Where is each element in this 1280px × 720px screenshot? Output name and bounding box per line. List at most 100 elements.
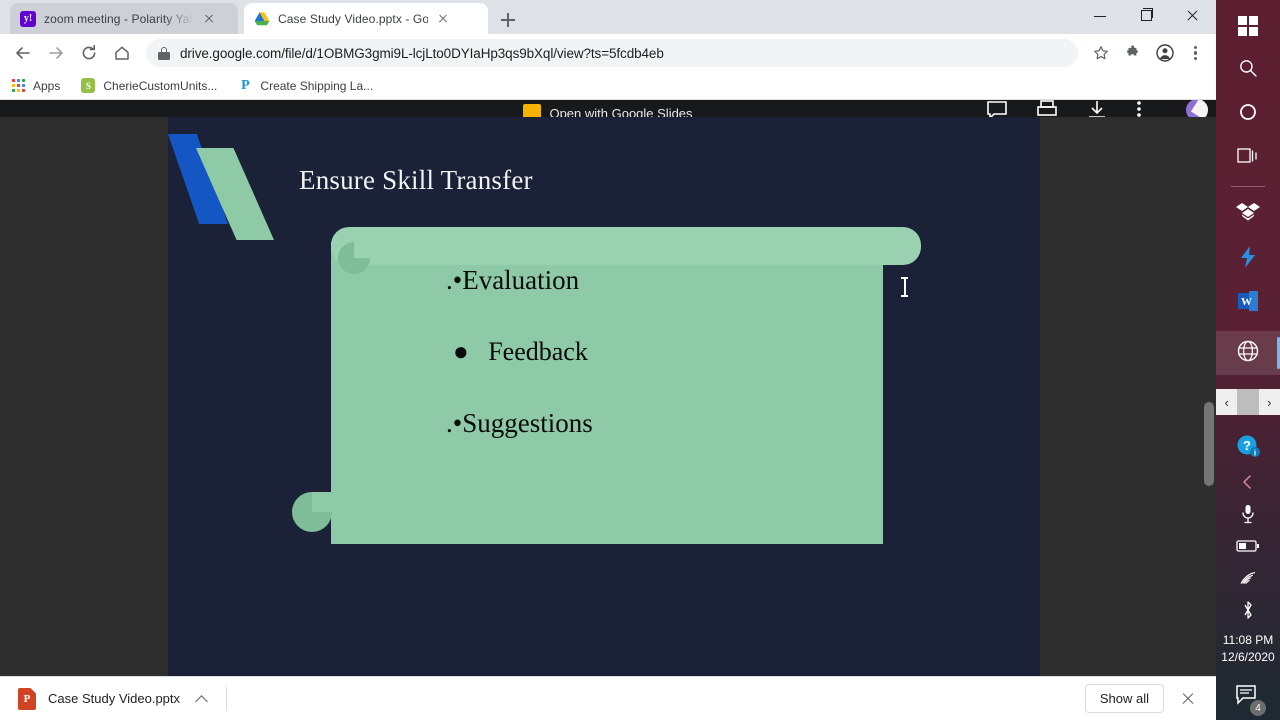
- taskbar-bolt-app[interactable]: [1216, 237, 1280, 281]
- download-icon[interactable]: [1086, 100, 1108, 117]
- home-icon[interactable]: [107, 38, 137, 68]
- drive-toolbar: Open with Google Slides: [0, 100, 1216, 117]
- microphone-icon[interactable]: [1216, 498, 1280, 530]
- forward-arrow-icon[interactable]: [41, 38, 71, 68]
- windows-logo-icon: [1237, 15, 1259, 37]
- more-menu-icon[interactable]: [1182, 38, 1208, 68]
- paypal-icon: P: [241, 77, 250, 93]
- bookmark-apps[interactable]: Apps: [10, 78, 60, 94]
- print-icon[interactable]: [1036, 100, 1058, 117]
- open-with-google-slides-button[interactable]: Open with Google Slides: [511, 100, 705, 117]
- bullet-suggestions: .•Suggestions: [446, 408, 593, 438]
- bookmark-label: Apps: [33, 78, 61, 93]
- close-icon[interactable]: [200, 10, 218, 28]
- tab-title: Case Study Video.pptx - Google: [278, 11, 428, 26]
- download-item[interactable]: P Case Study Video.pptx: [12, 684, 212, 714]
- bullet-feedback: ● Feedback: [453, 337, 588, 366]
- bookmark-cheriecustomunits[interactable]: S CherieCustomUnits...: [80, 78, 217, 94]
- taskbar-overflow-arrows: ‹ ›: [1216, 389, 1280, 415]
- minimize-icon[interactable]: [1078, 0, 1124, 32]
- clock-date: 12/6/2020: [1221, 650, 1275, 664]
- bookmark-label: CherieCustomUnits...: [103, 78, 218, 93]
- bluetooth-icon[interactable]: [1216, 594, 1280, 626]
- tab-strip: y! zoom meeting - Polarity Yahoo S Case …: [0, 0, 1216, 34]
- search-icon: [1238, 58, 1258, 83]
- show-all-button[interactable]: Show all: [1084, 684, 1164, 713]
- drive-toolbar-actions: [986, 100, 1208, 117]
- close-icon[interactable]: [1170, 0, 1216, 32]
- drive-file-viewer: Open with Google Slides Ensure Skill Tra…: [0, 100, 1216, 720]
- task-view-button[interactable]: [1216, 136, 1280, 180]
- back-arrow-icon[interactable]: [8, 38, 38, 68]
- profile-avatar-icon[interactable]: [1150, 38, 1180, 68]
- close-icon[interactable]: [434, 10, 452, 28]
- start-button[interactable]: [1216, 4, 1280, 48]
- content-card-header-bar: [331, 227, 921, 265]
- screen: y! zoom meeting - Polarity Yahoo S Case …: [0, 0, 1280, 720]
- bottom-left-notch: [312, 492, 332, 512]
- tab-title: zoom meeting - Polarity Yahoo S: [44, 11, 194, 26]
- yahoo-icon: y!: [20, 10, 36, 27]
- taskbar-search[interactable]: [1216, 48, 1280, 92]
- taskbar-dropbox[interactable]: [1216, 193, 1280, 237]
- scrollbar-thumb[interactable]: [1204, 402, 1214, 486]
- question-help-icon[interactable]: ? i: [1216, 426, 1280, 466]
- new-tab-button[interactable]: [496, 8, 520, 32]
- apps-grid-icon: [10, 78, 26, 94]
- google-drive-icon: [254, 11, 270, 27]
- system-tray: ? i 11:08 PM 12/6/2020 4: [1216, 426, 1280, 720]
- overflow-left-arrow[interactable]: ‹: [1216, 389, 1238, 415]
- tab-yahoo[interactable]: y! zoom meeting - Polarity Yahoo S: [10, 3, 238, 34]
- comment-icon[interactable]: [986, 100, 1008, 117]
- reload-icon[interactable]: [74, 38, 104, 68]
- page-scrollbar[interactable]: [1202, 117, 1216, 720]
- clock-time: 11:08 PM: [1222, 633, 1274, 647]
- divider: [1231, 186, 1265, 187]
- url-text: drive.google.com/file/d/1OBMG3gmi9L-lcjL…: [180, 45, 664, 61]
- restore-icon[interactable]: [1124, 0, 1170, 32]
- dropbox-icon: [1236, 202, 1260, 229]
- shopify-icon: S: [80, 78, 96, 94]
- text-cursor: [901, 277, 908, 297]
- taskbar-browser[interactable]: [1216, 331, 1280, 375]
- close-icon[interactable]: [1178, 689, 1198, 709]
- battery-icon[interactable]: [1216, 530, 1280, 562]
- powerpoint-icon: P: [18, 687, 36, 710]
- taskbar-word[interactable]: W: [1216, 281, 1280, 325]
- download-file-name: Case Study Video.pptx: [48, 691, 181, 706]
- browser-toolbar: drive.google.com/file/d/1OBMG3gmi9L-lcjL…: [0, 34, 1216, 72]
- overflow-right-arrow[interactable]: ›: [1258, 389, 1280, 415]
- slide-bullet-list: .•Evaluation ● Feedback .•Suggestions: [331, 267, 883, 482]
- task-view-icon: [1237, 147, 1259, 170]
- address-bar[interactable]: drive.google.com/file/d/1OBMG3gmi9L-lcjL…: [146, 39, 1078, 67]
- avatar[interactable]: [1186, 100, 1208, 117]
- notification-center-button[interactable]: 4: [1216, 674, 1280, 720]
- cortana-circle-icon: [1238, 102, 1258, 127]
- chevron-left-icon[interactable]: [1216, 466, 1280, 498]
- cortana-button[interactable]: [1216, 92, 1280, 136]
- download-shelf: P Case Study Video.pptx Show all: [0, 676, 1216, 720]
- overflow-track[interactable]: [1237, 389, 1259, 415]
- taskbar-clock[interactable]: 11:08 PM 12/6/2020: [1216, 626, 1280, 674]
- bookmark-create-shipping-label[interactable]: P Create Shipping La...: [237, 78, 373, 94]
- window-controls: [1078, 0, 1216, 32]
- word-icon: W: [1236, 289, 1260, 318]
- star-icon[interactable]: [1086, 38, 1116, 68]
- svg-text:i: i: [1254, 449, 1256, 458]
- extensions-puzzle-icon[interactable]: [1118, 38, 1148, 68]
- windows-taskbar: W ‹ › ? i 11:08 PM 12/6/2020 4: [1216, 0, 1280, 720]
- tab-case-study-video[interactable]: Case Study Video.pptx - Google: [244, 3, 488, 34]
- bookmarks-bar: Apps S CherieCustomUnits... P Create Shi…: [0, 72, 1216, 100]
- decorative-corner-stripes: [168, 134, 278, 240]
- divider: [226, 686, 228, 711]
- chevron-up-icon[interactable]: [196, 693, 208, 705]
- globe-icon: [1236, 339, 1260, 368]
- chrome-browser-window: y! zoom meeting - Polarity Yahoo S Case …: [0, 0, 1216, 720]
- slide-page-6[interactable]: Ensure Skill Transfer .•Evaluation ● Fee…: [168, 117, 1040, 700]
- more-dots-icon[interactable]: [1136, 100, 1158, 117]
- download-shelf-actions: Show all: [1084, 684, 1204, 713]
- bookmark-label: Create Shipping La...: [260, 78, 374, 93]
- notification-count-badge: 4: [1250, 700, 1266, 716]
- svg-text:W: W: [1241, 296, 1252, 308]
- wifi-icon[interactable]: [1216, 562, 1280, 594]
